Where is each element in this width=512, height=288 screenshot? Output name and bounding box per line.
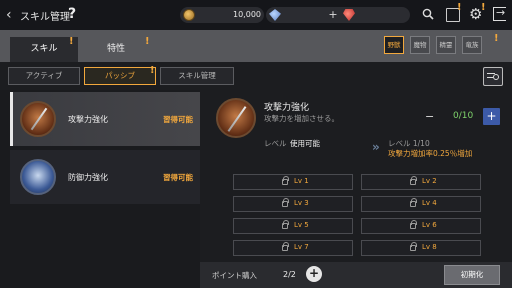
help-button[interactable]: ? [68, 6, 82, 22]
subtab-active[interactable]: アクティブ [8, 67, 80, 85]
level-state: 使用可能 [290, 139, 320, 148]
tab-skill[interactable]: スキル [10, 37, 78, 62]
filter-tab-dragon[interactable]: 竜族 [462, 36, 482, 54]
gold-coin-icon [183, 9, 195, 21]
increase-button[interactable]: + [483, 108, 500, 125]
lock-icon [410, 198, 417, 207]
subtab-passive[interactable]: パッシブ [84, 67, 156, 85]
lock-icon [282, 198, 289, 207]
alert-badge: ! [145, 36, 150, 47]
detail-description: 攻撃力を増加させる。 [264, 114, 339, 123]
lock-icon [282, 220, 289, 229]
skill-status: 習得可能 [163, 115, 193, 124]
level-slot[interactable]: Lv 3 [233, 196, 353, 212]
level-slot[interactable]: Lv 8 [361, 240, 481, 256]
level-slot[interactable]: Lv 7 [233, 240, 353, 256]
level-label: Lv 5 [294, 221, 309, 229]
alert-badge: ! [150, 65, 155, 76]
alert-badge: ! [494, 33, 499, 44]
level-label: Lv 6 [422, 221, 437, 229]
alert-badge: ! [457, 2, 462, 13]
level-label: レベル [264, 139, 287, 148]
chevron-right-icon: » [372, 140, 380, 154]
skill-status: 習得可能 [163, 173, 193, 182]
back-icon[interactable]: ‹ [6, 7, 20, 23]
lock-icon [410, 242, 417, 251]
skill-name: 攻撃力強化 [68, 115, 108, 124]
level-effect: 攻撃力増加率0.25％増加 [388, 149, 473, 158]
tab-trait[interactable]: 特性 [82, 37, 150, 62]
add-crystal-button[interactable]: + [327, 9, 339, 21]
detail-skill-name: 攻撃力強化 [264, 103, 310, 113]
level-label: Lv 2 [422, 177, 437, 185]
points-purchase-label: ポイント購入 [212, 271, 257, 280]
filter-search-icon[interactable] [483, 67, 503, 86]
filter-tab-spirit[interactable]: 精霊 [436, 36, 456, 54]
alert-badge: ! [69, 36, 74, 47]
lock-icon [410, 220, 417, 229]
page-title: スキル管理 [20, 12, 70, 23]
subtab-skill-manage[interactable]: スキル管理 [160, 67, 234, 85]
alert-badge: ! [481, 2, 486, 13]
skill-point-count: 0/10 [453, 111, 474, 121]
gold-amount: 10,000 [233, 10, 261, 19]
level-label: Lv 7 [294, 243, 309, 251]
skill-item-defense[interactable]: 防御力強化 習得可能 [10, 150, 200, 204]
level-label: Lv 8 [422, 243, 437, 251]
search-icon[interactable] [422, 8, 434, 20]
buy-points-button[interactable]: + [306, 266, 322, 282]
level-slot[interactable]: Lv 2 [361, 174, 481, 190]
level-label: Lv 4 [422, 199, 437, 207]
skill-name: 防御力強化 [68, 173, 108, 182]
filter-tab-monster[interactable]: 魔物 [410, 36, 430, 54]
skill-item-attack[interactable]: 攻撃力強化 習得可能 [10, 92, 200, 146]
lock-icon [282, 242, 289, 251]
level-slot[interactable]: Lv 4 [361, 196, 481, 212]
lock-icon [410, 176, 417, 185]
sword-icon [216, 98, 256, 138]
level-label: Lv 3 [294, 199, 309, 207]
filter-tab-beast[interactable]: 野獣 [384, 36, 404, 54]
level-label: Lv 1 [294, 177, 309, 185]
reset-button[interactable]: 初期化 [444, 265, 500, 285]
shield-icon [20, 159, 56, 195]
level-slot[interactable]: Lv 6 [361, 218, 481, 234]
lock-icon [282, 176, 289, 185]
exit-icon[interactable] [493, 6, 506, 21]
level-slot[interactable]: Lv 1 [233, 174, 353, 190]
level-slot[interactable]: Lv 5 [233, 218, 353, 234]
sword-icon [20, 101, 56, 137]
points-count: 2/2 [283, 270, 296, 279]
decrease-button[interactable]: − [425, 110, 434, 123]
